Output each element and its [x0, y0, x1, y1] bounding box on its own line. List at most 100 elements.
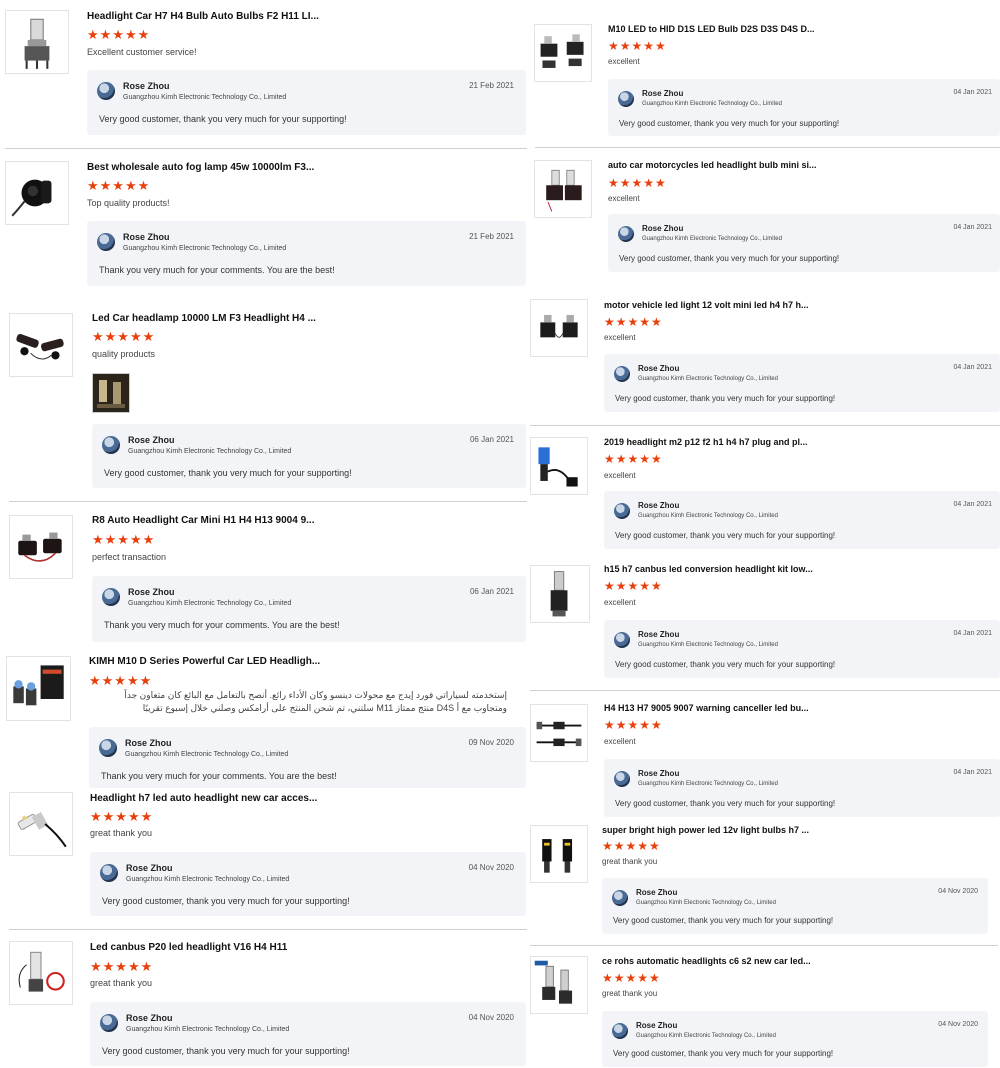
led-bulb-icon: [24, 18, 50, 69]
supplier-reply: Rose Zhou Guangzhou Kimh Electronic Tech…: [604, 620, 1000, 678]
review-photo-image: [93, 374, 129, 412]
reply-date: 09 Nov 2020: [468, 738, 514, 747]
reply-text: Very good customer, thank you very much …: [615, 799, 836, 808]
rating-stars: ★★★★★: [87, 178, 151, 193]
reply-date: 04 Nov 2020: [468, 1013, 514, 1022]
rating-stars: ★★★★★: [92, 329, 156, 344]
product-title[interactable]: KIMH M10 D Series Powerful Car LED Headl…: [89, 656, 329, 667]
review-comment: quality products: [92, 349, 156, 359]
review-item: H4 H13 H7 9005 9007 warning canceller le…: [530, 695, 1000, 825]
product-thumbnail[interactable]: [5, 10, 69, 74]
rating-stars: ★★★★★: [602, 839, 661, 853]
reply-company: Guangzhou Kimh Electronic Technology Co.…: [128, 600, 292, 607]
reply-date: 04 Jan 2021: [953, 364, 992, 371]
reply-author: Rose Zhou: [638, 364, 680, 373]
product-title[interactable]: Headlight h7 led auto headlight new car …: [90, 793, 330, 804]
product-thumbnail[interactable]: [9, 941, 73, 1005]
rating-stars: ★★★★★: [90, 809, 154, 824]
supplier-reply: Rose Zhou Guangzhou Kimh Electronic Tech…: [608, 79, 1000, 136]
product-title[interactable]: M10 LED to HID D1S LED Bulb D2S D3S D4S …: [608, 24, 828, 34]
reply-text: Thank you very much for your comments. Y…: [99, 265, 335, 275]
product-thumbnail[interactable]: [9, 313, 73, 377]
mini-led-icon: [540, 314, 578, 338]
product-thumbnail[interactable]: [530, 565, 590, 623]
reply-author: Rose Zhou: [128, 587, 175, 597]
supplier-reply: Rose Zhou Guangzhou Kimh Electronic Tech…: [90, 1002, 526, 1066]
mini-headlight-icon: [18, 532, 62, 562]
rating-stars: ★★★★★: [604, 315, 663, 329]
reply-company: Guangzhou Kimh Electronic Technology Co.…: [128, 448, 292, 455]
rating-stars: ★★★★★: [87, 27, 151, 42]
review-photo[interactable]: [92, 373, 130, 413]
reply-date: 04 Jan 2021: [953, 224, 992, 231]
reply-text: Very good customer, thank you very much …: [619, 119, 840, 128]
avatar: [614, 366, 630, 382]
product-title[interactable]: R8 Auto Headlight Car Mini H1 H4 H13 900…: [92, 515, 332, 526]
plug-bulb-icon: [538, 447, 578, 487]
reply-date: 04 Jan 2021: [953, 89, 992, 96]
avatar: [612, 1023, 628, 1039]
product-thumbnail[interactable]: [534, 160, 592, 218]
moto-bulb-icon: [546, 169, 582, 212]
reply-date: 06 Jan 2021: [469, 587, 514, 596]
product-title[interactable]: motor vehicle led light 12 volt mini led…: [604, 300, 824, 310]
product-title[interactable]: h15 h7 canbus led conversion headlight k…: [604, 564, 824, 574]
avatar: [614, 632, 630, 648]
reply-text: Thank you very much for your comments. Y…: [101, 771, 337, 781]
reply-author: Rose Zhou: [638, 630, 680, 639]
product-title[interactable]: auto car motorcycles led headlight bulb …: [608, 160, 828, 170]
avatar: [97, 233, 115, 251]
product-thumbnail[interactable]: [530, 437, 588, 495]
review-item: h15 h7 canbus led conversion headlight k…: [530, 558, 1000, 690]
rating-stars: ★★★★★: [90, 959, 154, 974]
product-thumbnail[interactable]: [9, 515, 73, 579]
reply-company: Guangzhou Kimh Electronic Technology Co.…: [638, 513, 778, 519]
led-box-icon: [13, 665, 64, 706]
product-thumbnail[interactable]: [534, 24, 592, 82]
reply-author: Rose Zhou: [642, 224, 684, 233]
review-comment: excellent: [604, 333, 636, 342]
reply-text: Thank you very much for your comments. Y…: [104, 620, 340, 630]
supplier-reply: Rose Zhou Guangzhou Kimh Electronic Tech…: [602, 1011, 988, 1067]
reply-date: 21 Feb 2021: [469, 232, 514, 241]
fog-lamp-icon: [11, 179, 52, 217]
reply-date: 04 Nov 2020: [468, 863, 514, 872]
supplier-reply: Rose Zhou Guangzhou Kimh Electronic Tech…: [87, 221, 526, 286]
product-thumbnail[interactable]: [9, 792, 73, 856]
reply-author: Rose Zhou: [123, 232, 170, 242]
reply-date: 06 Jan 2021: [469, 435, 514, 444]
hid-bulb-icon: [540, 34, 584, 68]
rating-stars: ★★★★★: [608, 39, 667, 53]
product-thumbnail[interactable]: [530, 825, 588, 883]
product-thumbnail[interactable]: [5, 161, 69, 225]
product-thumbnail[interactable]: [530, 956, 588, 1014]
review-comment: great thank you: [602, 989, 658, 998]
product-thumbnail[interactable]: [6, 656, 71, 721]
reply-text: Very good customer, thank you very much …: [613, 916, 834, 925]
product-title[interactable]: super bright high power led 12v light bu…: [602, 825, 822, 835]
review-comment: إستخدمته لسياراتي فورد إيدج مع محولات دي…: [124, 690, 507, 713]
product-title[interactable]: Led Car headlamp 10000 LM F3 Headlight H…: [92, 313, 332, 324]
reply-date: 04 Jan 2021: [953, 769, 992, 776]
reply-company: Guangzhou Kimh Electronic Technology Co.…: [123, 245, 287, 252]
product-title[interactable]: Led canbus P20 led headlight V16 H4 H11: [90, 942, 330, 953]
avatar: [614, 771, 630, 787]
reply-company: Guangzhou Kimh Electronic Technology Co.…: [636, 1033, 776, 1039]
product-title[interactable]: ce rohs automatic headlights c6 s2 new c…: [602, 956, 822, 966]
avatar: [618, 91, 634, 107]
product-thumbnail[interactable]: [530, 299, 588, 357]
rating-stars: ★★★★★: [89, 673, 153, 688]
product-thumbnail[interactable]: [530, 704, 588, 762]
product-title[interactable]: H4 H13 H7 9005 9007 warning canceller le…: [604, 703, 824, 713]
review-comment: Excellent customer service!: [87, 47, 197, 57]
supplier-reply: Rose Zhou Guangzhou Kimh Electronic Tech…: [92, 424, 526, 488]
reply-date: 04 Nov 2020: [938, 1021, 978, 1028]
review-item: Best wholesale auto fog lamp 45w 10000lm…: [0, 150, 530, 300]
product-title[interactable]: Best wholesale auto fog lamp 45w 10000lm…: [87, 162, 327, 173]
conversion-kit-icon: [550, 571, 568, 617]
product-title[interactable]: 2019 headlight m2 p12 f2 h1 h4 h7 plug a…: [604, 437, 824, 447]
review-item: motor vehicle led light 12 volt mini led…: [530, 290, 1000, 425]
supplier-reply: Rose Zhou Guangzhou Kimh Electronic Tech…: [604, 354, 1000, 412]
product-title[interactable]: Headlight Car H7 H4 Bulb Auto Bulbs F2 H…: [87, 11, 327, 22]
rating-stars: ★★★★★: [604, 452, 663, 466]
